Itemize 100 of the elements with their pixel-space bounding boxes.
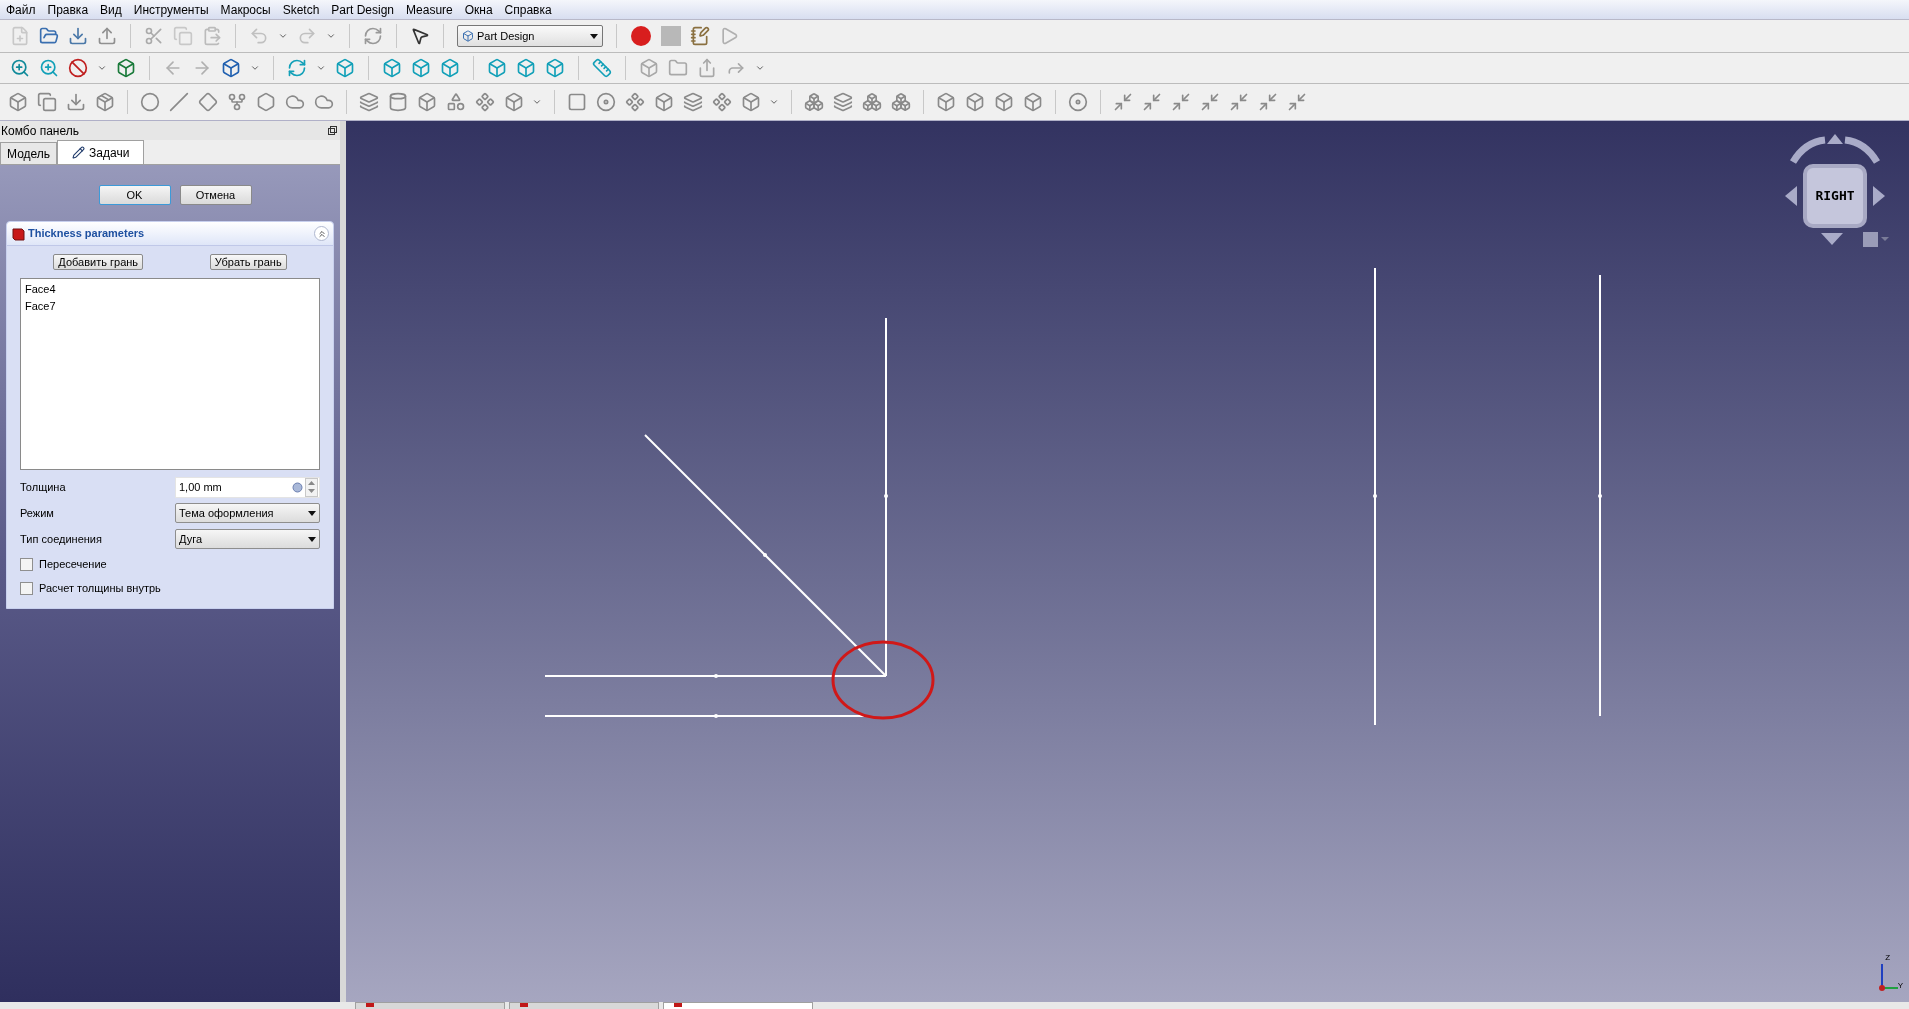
spin-arrows-icon[interactable] <box>305 477 318 497</box>
refresh-icon[interactable] <box>363 26 383 46</box>
cube-icon[interactable] <box>504 92 524 112</box>
expression-icon[interactable] <box>292 481 303 493</box>
cube-icon[interactable] <box>221 58 241 78</box>
axis-triad-icon <box>1877 962 1898 992</box>
boxes-icon[interactable] <box>891 92 911 112</box>
document-icon <box>366 1003 374 1007</box>
checkbox-label: Расчет толщины внутрь <box>39 580 161 596</box>
workbench-selector[interactable]: Part Design <box>457 25 603 47</box>
navigation-cube[interactable]: RIGHT <box>1803 164 1867 228</box>
collapse-toggle[interactable] <box>314 226 329 241</box>
undock-icon[interactable] <box>328 126 337 135</box>
panel-tab[interactable]: Задачи <box>57 140 145 164</box>
dropdown-arrow-icon <box>308 510 316 516</box>
cube-icon[interactable] <box>116 58 136 78</box>
dropdown-arrow-icon <box>590 33 598 39</box>
share-icon[interactable] <box>697 58 717 78</box>
dropdown-caret-icon[interactable] <box>97 63 107 73</box>
field-label: Толщина <box>20 479 67 495</box>
cut-icon[interactable] <box>144 26 164 46</box>
dropdown[interactable]: Дуга <box>174 529 320 549</box>
diamond-icon[interactable] <box>198 92 218 112</box>
checkbox-label: Пересечение <box>39 556 107 572</box>
cancel-button[interactable]: Отмена <box>179 185 252 205</box>
menu-item[interactable]: Measure <box>400 0 459 19</box>
copy-shape-icon[interactable] <box>37 92 57 112</box>
menu-item[interactable]: Вид <box>94 0 128 19</box>
list-item[interactable]: Face7 <box>25 298 315 315</box>
ok-button[interactable]: OK <box>98 185 171 205</box>
axis-label: Y <box>1897 982 1903 990</box>
boxes-icon[interactable] <box>862 92 882 112</box>
fork-icon[interactable] <box>227 92 247 112</box>
play-icon[interactable] <box>719 26 739 46</box>
double-chevron-up-icon <box>316 228 327 239</box>
paste-icon[interactable] <box>202 26 222 46</box>
layers-icon[interactable] <box>359 92 379 112</box>
redo-icon[interactable] <box>297 26 317 46</box>
menu-item[interactable]: Правка <box>41 0 95 19</box>
menu-item[interactable]: Справка <box>498 0 558 19</box>
pencil-icon <box>72 146 86 159</box>
dropdown-caret-icon[interactable] <box>755 63 765 73</box>
list-item[interactable]: Face4 <box>25 281 315 298</box>
cube-icon[interactable] <box>8 92 28 112</box>
ruler-icon[interactable] <box>592 58 612 78</box>
menu-item[interactable]: Макросы <box>214 0 277 19</box>
package-icon[interactable] <box>95 92 115 112</box>
boxes-icon[interactable] <box>804 92 824 112</box>
checkbox[interactable] <box>20 557 33 571</box>
blob-icon[interactable] <box>314 92 334 112</box>
3d-viewport[interactable]: RIGHT Z Y <box>346 121 1909 1002</box>
dropdown-caret-icon[interactable] <box>769 97 779 107</box>
menu-item[interactable]: Part Design <box>325 0 401 19</box>
component-icon[interactable] <box>475 92 495 112</box>
record-macro-icon[interactable] <box>630 25 652 47</box>
dropdown-caret-icon[interactable] <box>316 63 326 73</box>
view-menu-cube-icon[interactable] <box>1863 230 1889 248</box>
undo-icon[interactable] <box>249 26 269 46</box>
down-arrow-icon[interactable] <box>1821 233 1843 245</box>
shapes-icon[interactable] <box>446 92 466 112</box>
cube-icon[interactable] <box>741 92 761 112</box>
folder-icon[interactable] <box>668 58 688 78</box>
dropdown-caret-icon[interactable] <box>278 31 288 41</box>
document-tab[interactable] <box>663 1002 813 1009</box>
remove-face-button[interactable]: Убрать грань <box>209 254 287 270</box>
cylinder-icon[interactable] <box>388 92 408 112</box>
thickness-input[interactable]: 1,00 mm <box>174 476 320 498</box>
disc-icon[interactable] <box>596 92 616 112</box>
cloud-shape-icon[interactable] <box>285 92 305 112</box>
menu-item[interactable]: Инструменты <box>127 0 215 19</box>
field-label: Режим <box>20 505 55 521</box>
open-folder-icon[interactable] <box>39 26 59 46</box>
dropdown-arrow-icon <box>308 536 316 542</box>
checkbox[interactable] <box>20 581 33 595</box>
document-tab[interactable] <box>355 1002 505 1009</box>
menu-item[interactable]: Файл <box>0 0 42 19</box>
document-icon <box>520 1003 528 1007</box>
box-icon[interactable] <box>417 92 437 112</box>
add-face-button[interactable]: Добавить грань <box>53 254 144 270</box>
line-icon[interactable] <box>169 92 189 112</box>
document-icon <box>674 1003 682 1007</box>
panel-section-title: Thickness parameters <box>28 226 145 242</box>
dropdown-caret-icon[interactable] <box>532 97 542 107</box>
right-arrow-icon[interactable] <box>1873 186 1885 206</box>
panel-title: Комбо панель <box>0 122 79 140</box>
document-tab[interactable] <box>509 1002 659 1009</box>
field-label: Тип соединения <box>20 531 103 547</box>
panel-tab[interactable]: Модель <box>0 142 58 164</box>
no-entry-icon[interactable] <box>68 58 88 78</box>
layers-icon[interactable] <box>833 92 853 112</box>
dropdown-caret-icon[interactable] <box>326 31 336 41</box>
menu-item[interactable]: Окна <box>458 0 499 19</box>
axis-label: Z <box>1885 954 1891 962</box>
workbench-icon <box>462 30 474 42</box>
import-icon[interactable] <box>66 92 86 112</box>
dropdown-caret-icon[interactable] <box>250 63 260 73</box>
shape-icon[interactable] <box>256 92 276 112</box>
menu-item[interactable]: Sketch <box>276 0 326 19</box>
left-arrow-icon[interactable] <box>1785 186 1797 206</box>
dropdown[interactable]: Тема оформления <box>174 503 320 523</box>
